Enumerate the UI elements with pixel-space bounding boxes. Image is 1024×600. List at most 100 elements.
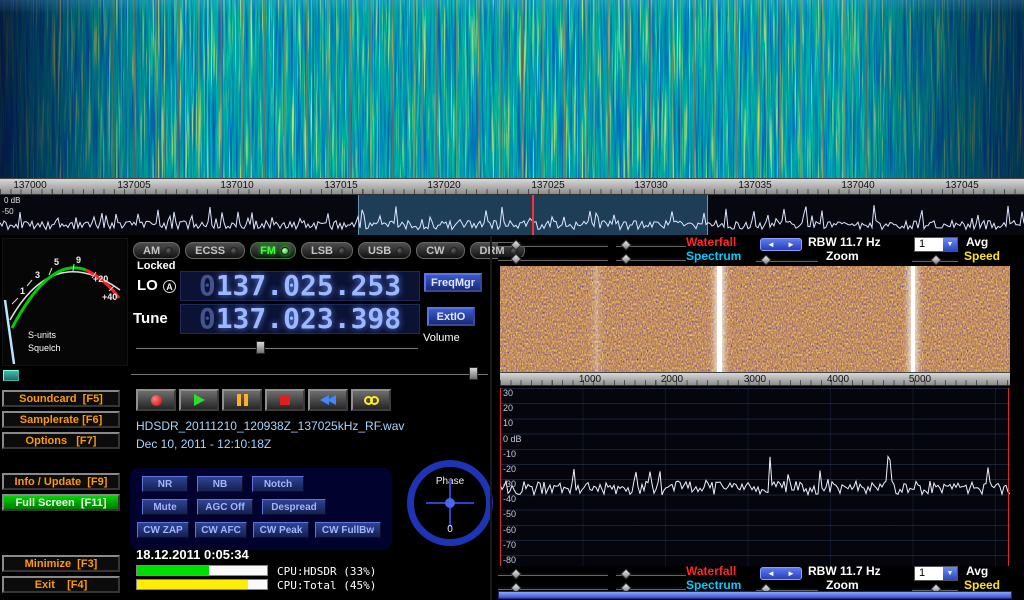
nb-button[interactable]: NB <box>197 476 243 492</box>
stop-button[interactable] <box>265 389 305 411</box>
options-button[interactable]: Options [F7] <box>2 432 120 449</box>
record-button[interactable] <box>136 389 176 411</box>
freqmgr-button[interactable]: FreqMgr <box>424 273 482 292</box>
main-waterfall-display[interactable] <box>0 0 1024 178</box>
band-pager[interactable]: ◄ ► <box>760 567 802 580</box>
minimize-button[interactable]: Minimize [F3] <box>2 555 120 572</box>
ruler-label: 137000 <box>13 180 46 191</box>
avg-dropdown-value: 1 <box>915 238 943 251</box>
cw-fullbw-button[interactable]: CW FullBw <box>315 522 381 538</box>
mode-usb[interactable]: USB <box>358 242 411 259</box>
spectrum-label[interactable]: Spectrum <box>686 578 741 592</box>
slider-handle[interactable] <box>620 239 631 250</box>
tune-frequency-display[interactable]: 0137.023.398 <box>180 304 420 334</box>
loop-icon <box>364 396 379 405</box>
audio-waterfall-display[interactable] <box>500 266 1010 372</box>
cw-zap-button[interactable]: CW ZAP <box>137 522 189 538</box>
rewind-button[interactable] <box>308 389 348 411</box>
audio-spectrum-display[interactable]: 30 20 10 0 dB -10 -20 -30 -40 -50 -60 -7… <box>500 388 1010 566</box>
nr-button[interactable]: NR <box>142 476 188 492</box>
slider-handle[interactable] <box>620 568 631 579</box>
spectrum-upper-level-slider[interactable] <box>498 586 608 590</box>
db-tick: -60 <box>503 526 522 535</box>
waterfall-label[interactable]: Waterfall <box>686 564 736 578</box>
mode-lsb[interactable]: LSB <box>301 242 353 259</box>
tuning-slider-handle[interactable] <box>469 367 478 380</box>
play-button[interactable] <box>179 389 219 411</box>
slider-handle[interactable] <box>510 253 521 264</box>
waterfall-upper-level-slider[interactable] <box>498 572 608 576</box>
ruler-label: 137020 <box>427 180 460 191</box>
mode-cw[interactable]: CW <box>416 242 464 259</box>
prev-arrow-icon[interactable]: ◄ <box>767 570 775 578</box>
spectrum-lower-level-slider[interactable] <box>616 257 686 261</box>
slider-handle[interactable] <box>760 254 771 265</box>
mode-label: ECSS <box>195 245 225 257</box>
notch-button[interactable]: Notch <box>252 476 304 492</box>
audio-frequency-ruler[interactable]: 1000 2000 3000 4000 5000 <box>500 372 1010 386</box>
despread-button[interactable]: Despread <box>262 499 326 515</box>
samplerate-button[interactable]: Samplerate [F6] <box>2 411 120 428</box>
mode-am[interactable]: AM <box>133 242 180 259</box>
chevron-down-icon[interactable]: ▼ <box>943 238 957 251</box>
avg-dropdown[interactable]: 1 ▼ <box>914 566 958 581</box>
avg-dropdown-value: 1 <box>915 567 943 580</box>
s-meter-tick-label: 1 <box>20 286 25 296</box>
locked-label: Locked <box>137 260 176 272</box>
main-frequency-ruler[interactable]: 137000 137005 137010 137015 137020 13702… <box>0 178 1024 195</box>
cw-peak-button[interactable]: CW Peak <box>253 522 309 538</box>
waterfall-upper-level-slider[interactable] <box>498 243 608 247</box>
slider-handle[interactable] <box>510 239 521 250</box>
waterfall-lower-level-slider[interactable] <box>616 243 686 247</box>
fullscreen-button[interactable]: Full Screen [F11] <box>2 494 120 511</box>
ruler-label: 2000 <box>661 374 683 385</box>
waterfall-label[interactable]: Waterfall <box>686 235 736 249</box>
chevron-down-icon[interactable]: ▼ <box>943 567 957 580</box>
spectrum-lower-level-slider[interactable] <box>616 586 686 590</box>
speed-slider[interactable] <box>912 258 958 262</box>
mute-button[interactable]: Mute <box>142 499 188 515</box>
main-spectrum-display[interactable]: 0 dB -50 <box>0 195 1024 235</box>
spectrum-label[interactable]: Spectrum <box>686 249 741 263</box>
vfo-a-badge[interactable]: A <box>163 280 176 293</box>
cw-afc-button[interactable]: CW AFC <box>195 522 247 538</box>
slider-handle[interactable] <box>620 253 631 264</box>
volume-slider[interactable] <box>136 345 418 349</box>
next-arrow-icon[interactable]: ► <box>787 241 795 249</box>
db-tick: -40 <box>503 495 522 504</box>
squelch-label[interactable]: Squelch <box>28 343 61 353</box>
waterfall-lower-level-slider[interactable] <box>616 572 686 576</box>
prev-arrow-icon[interactable]: ◄ <box>767 241 775 249</box>
soundcard-button[interactable]: Soundcard [F5] <box>2 390 120 407</box>
extio-button[interactable]: ExtIO <box>427 307 475 326</box>
info-update-button[interactable]: Info / Update [F9] <box>2 473 120 490</box>
spectrum-upper-level-slider[interactable] <box>498 257 608 261</box>
mode-fm[interactable]: FM <box>250 242 296 259</box>
ruler-label: 1000 <box>579 374 601 385</box>
spectrum-pan-scrollbar[interactable] <box>498 591 1012 599</box>
exit-button[interactable]: Exit [F4] <box>2 576 120 593</box>
ruler-label: 137045 <box>945 180 978 191</box>
next-arrow-icon[interactable]: ► <box>787 570 795 578</box>
audio-waterfall-noise <box>500 266 1010 372</box>
band-pager[interactable]: ◄ ► <box>760 238 802 251</box>
volume-slider-handle[interactable] <box>256 341 265 354</box>
loop-button[interactable] <box>351 389 391 411</box>
pause-button[interactable] <box>222 389 262 411</box>
mini-button[interactable] <box>3 370 19 381</box>
ruler-label: 137035 <box>738 180 771 191</box>
recorder-controls <box>136 389 391 411</box>
mode-led-icon <box>396 247 404 255</box>
avg-dropdown[interactable]: 1 ▼ <box>914 237 958 252</box>
zoom-slider[interactable] <box>756 258 818 262</box>
phase-center-dot <box>445 498 455 508</box>
slider-handle[interactable] <box>930 254 941 265</box>
agc-button[interactable]: AGC Off <box>197 499 253 515</box>
mode-ecss[interactable]: ECSS <box>185 242 245 259</box>
lo-frequency-display[interactable]: 0137.025.253 <box>180 271 420 301</box>
db-tick: -70 <box>503 541 522 550</box>
slider-handle[interactable] <box>510 568 521 579</box>
s-meter-tick-label: 3 <box>35 270 40 280</box>
s-meter-tick-label: 9 <box>76 255 81 265</box>
tuning-slider[interactable] <box>131 371 488 375</box>
